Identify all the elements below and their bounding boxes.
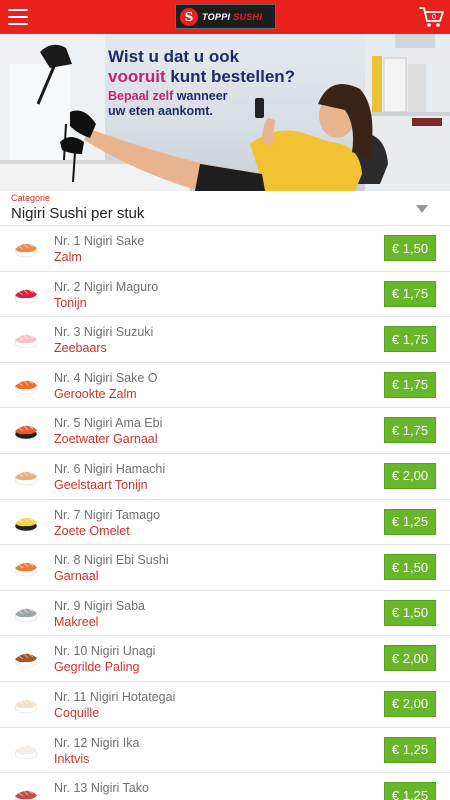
item-name: Nr. 4 Nigiri Sake O [54,370,158,385]
item-name: Nr. 8 Nigiri Ebi Sushi [54,553,169,568]
add-to-cart-price-button[interactable]: € 1,75 [384,371,436,398]
banner-headline-2: vooruit kunt bestellen? [108,67,296,86]
item-name: Nr. 2 Nigiri Maguro [54,279,159,294]
item-description: Zeebaars [54,341,107,356]
logo-text: TOPPI SUSHI [202,11,263,22]
squid-nigiri-icon [12,739,40,761]
item-description: Gerookte Zalm [54,386,137,401]
scallop-nigiri-icon [12,693,40,715]
eel-nigiri-icon [12,647,40,669]
list-item[interactable]: Nr. 8 Nigiri Ebi Sushi Garnaal € 1,50 [0,545,450,591]
item-name: Nr. 13 Nigiri Tako [54,781,149,796]
add-to-cart-price-button[interactable]: € 1,50 [384,554,436,581]
item-description: Inktvis [54,751,90,766]
octopus-nigiri-icon [12,784,40,800]
banner-subline-1: Bepaal zelf wanneer [108,89,228,103]
add-to-cart-price-button[interactable]: € 1,25 [384,736,436,763]
item-description: Coquille [54,705,100,720]
logo-mark-icon: S [180,7,198,26]
item-name: Nr. 10 Nigiri Unagi [54,644,156,659]
add-to-cart-price-button[interactable]: € 1,75 [384,326,436,353]
item-name: Nr. 6 Nigiri Hamachi [54,461,166,476]
item-name: Nr. 5 Nigiri Ama Ebi [54,416,163,431]
add-to-cart-price-button[interactable]: € 2,00 [384,645,436,672]
list-item[interactable]: Nr. 11 Nigiri Hotategai Coquille € 2,00 [0,681,450,728]
item-name: Nr. 1 Nigiri Sake [54,234,145,248]
cart-count-badge: 0 [432,14,436,21]
add-to-cart-price-button[interactable]: € 1,75 [384,280,436,307]
add-to-cart-price-button[interactable]: € 1,25 [384,508,436,535]
yellowtail-nigiri-icon [12,465,40,487]
dropdown-arrow-icon[interactable] [416,205,428,213]
item-description: Zoete Omelet [54,523,130,538]
ebi-nigiri-icon [12,556,40,578]
add-to-cart-price-button[interactable]: € 1,25 [384,782,436,800]
item-description: Geelstaart Tonijn [54,477,148,492]
list-item[interactable]: Nr. 3 Nigiri Suzuki Zeebaars € 1,75 [0,317,450,363]
tuna-nigiri-icon [12,283,40,305]
hamburger-menu-icon[interactable] [8,9,28,25]
seabass-nigiri-icon [12,328,40,350]
add-to-cart-price-button[interactable]: € 1,50 [384,235,436,261]
list-item[interactable]: Nr. 2 Nigiri Maguro Tonijn € 1,75 [0,271,450,318]
item-name: Nr. 12 Nigiri Ika [54,735,140,750]
item-name: Nr. 7 Nigiri Tamago [54,507,161,522]
banner-headline-1: Wist u dat u ook [108,47,240,66]
add-to-cart-price-button[interactable]: € 1,50 [384,599,436,626]
mackerel-nigiri-icon [12,602,40,624]
add-to-cart-price-button[interactable]: € 1,75 [384,417,436,444]
list-item[interactable]: Nr. 9 Nigiri Saba Makreel € 1,50 [0,590,450,637]
add-to-cart-price-button[interactable]: € 2,00 [384,462,436,489]
list-item[interactable]: Nr. 1 Nigiri Sake Zalm € 1,50 [0,226,450,272]
brand-logo[interactable]: S TOPPI SUSHI [175,4,276,29]
banner-subline-2: uw eten aankomt. [108,104,213,118]
item-name: Nr. 9 Nigiri Saba [54,598,146,613]
top-app-bar: S TOPPI SUSHI 0 [0,0,450,34]
list-item[interactable]: Nr. 10 Nigiri Unagi Gegrilde Paling € 2,00 [0,636,450,682]
salmon-nigiri-icon [12,237,40,259]
promo-banner[interactable]: Wist u dat u ook vooruit kunt bestellen?… [0,34,450,191]
list-item[interactable]: Nr. 4 Nigiri Sake O Gerookte Zalm € 1,75 [0,362,450,409]
list-item[interactable]: Nr. 13 Nigiri Tako € 1,25 [0,773,450,800]
item-name: Nr. 11 Nigiri Hotategai [54,689,176,704]
category-label: Categorie [11,193,51,203]
list-item[interactable]: Nr. 5 Nigiri Ama Ebi Zoetwater Garnaal € 1… [0,408,450,454]
list-item[interactable]: Nr. 12 Nigiri Ika Inktvis € 1,25 [0,727,450,774]
category-select[interactable]: Categorie Nigiri Sushi per stuk [0,191,450,226]
category-value: Nigiri Sushi per stuk [11,205,145,222]
add-to-cart-price-button[interactable]: € 2,00 [384,690,436,717]
product-list: Nr. 1 Nigiri Sake Zalm € 1,50 Nr. 2 Nigiri … [0,226,450,800]
item-description: Garnaal [54,569,99,584]
item-name: Nr. 3 Nigiri Suzuki [54,325,154,340]
item-description: Tonijn [54,295,87,310]
list-item[interactable]: Nr. 7 Nigiri Tamago Zoete Omelet € 1,25 [0,499,450,546]
item-description: Gegrilde Paling [54,660,140,675]
item-description: Zoetwater Garnaal [54,432,158,447]
list-item[interactable]: Nr. 6 Nigiri Hamachi Geelstaart Tonijn € 2… [0,453,450,500]
omelet-nigiri-icon [12,511,40,533]
item-description: Makreel [54,614,99,629]
shrimp-nigiri-icon [12,419,40,441]
shopping-cart-icon[interactable]: 0 [419,5,445,29]
smoked-salmon-nigiri-icon [12,374,40,396]
banner-text: Wist u dat u ook vooruit kunt bestellen?… [108,47,295,119]
item-description: Zalm [54,250,82,264]
